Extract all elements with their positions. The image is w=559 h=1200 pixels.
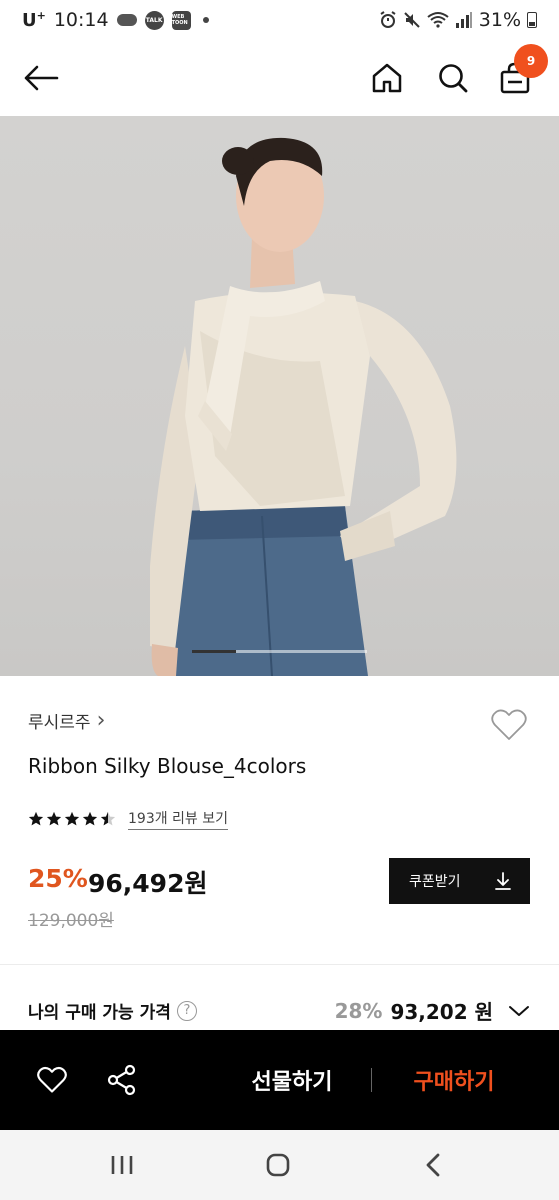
wifi-icon <box>427 12 449 28</box>
my-price-values: 28% 93,202 원 <box>335 996 531 1025</box>
carrier-label: U+ <box>22 9 46 31</box>
review-link[interactable]: 193개 리뷰 보기 <box>128 808 229 830</box>
like-button[interactable] <box>32 1062 72 1098</box>
gift-button[interactable]: 선물하기 <box>232 1060 352 1100</box>
my-discount-rate: 28% <box>334 998 383 1023</box>
star-icon <box>28 811 44 826</box>
cart-button[interactable]: 9 <box>488 40 548 116</box>
sale-price: 96,492원 <box>88 869 208 898</box>
heart-icon <box>37 1066 67 1093</box>
home-button[interactable] <box>360 40 414 116</box>
battery-percent: 31% <box>478 9 521 31</box>
rating-row: 193개 리뷰 보기 <box>28 808 229 830</box>
discount-rate: 25% <box>28 864 88 893</box>
battery-icon <box>527 12 537 28</box>
webtoon-icon: WEB TOON <box>171 10 191 30</box>
status-left: U+ 10:14 TALK WEB TOON <box>22 9 209 31</box>
section-divider <box>0 964 559 965</box>
my-price: 93,202 원 <box>390 1000 493 1024</box>
share-button[interactable] <box>102 1060 142 1100</box>
recent-apps-icon <box>111 1156 133 1174</box>
alarm-icon <box>380 11 396 28</box>
signal-icon <box>455 12 472 28</box>
bar-separator <box>371 1068 372 1092</box>
search-button[interactable] <box>426 40 480 116</box>
gallery-indicator <box>192 650 367 653</box>
product-image[interactable] <box>0 116 559 676</box>
gallery-indicator-fill <box>192 650 236 653</box>
capsule-icon <box>116 14 137 26</box>
chevron-down-icon[interactable] <box>507 1003 531 1019</box>
android-home-icon <box>266 1153 290 1177</box>
star-icon <box>64 811 80 826</box>
buy-button[interactable]: 구매하기 <box>392 1060 516 1100</box>
cart-count-badge: 9 <box>514 44 548 78</box>
download-icon <box>495 872 511 890</box>
share-icon <box>107 1064 136 1096</box>
wishlist-button[interactable] <box>488 704 530 746</box>
notification-dot-icon <box>202 17 209 23</box>
product-photo <box>150 137 457 676</box>
brand-name: 루시르주 <box>28 713 91 733</box>
my-price-row[interactable]: 나의 구매 가능 가격 ? 28% 93,202 원 <box>28 996 531 1025</box>
status-time: 10:14 <box>53 9 109 31</box>
star-icon <box>100 811 116 826</box>
search-icon <box>439 64 468 93</box>
android-home-button[interactable] <box>256 1148 300 1182</box>
top-nav: 9 <box>0 40 559 116</box>
recent-apps-button[interactable] <box>100 1148 144 1182</box>
star-icon <box>46 811 62 826</box>
home-icon <box>372 63 402 93</box>
coupon-button-label: 쿠폰받기 <box>409 874 461 890</box>
my-price-label: 나의 구매 가능 가격 <box>28 1003 171 1023</box>
star-rating <box>28 811 116 827</box>
heart-icon <box>491 709 527 740</box>
android-back-button[interactable] <box>412 1148 456 1182</box>
status-bar: U+ 10:14 TALK WEB TOON 31% <box>0 0 559 40</box>
product-name: Ribbon Silky Blouse_4colors <box>28 754 307 778</box>
chevron-right-icon: › <box>96 707 106 733</box>
status-right: 31% <box>379 9 537 31</box>
star-icon <box>82 811 98 826</box>
android-back-icon <box>426 1153 440 1177</box>
coupon-button[interactable]: 쿠폰받기 <box>389 858 530 904</box>
back-button[interactable] <box>14 40 68 116</box>
help-icon[interactable]: ? <box>176 1000 197 1021</box>
mute-icon <box>404 12 420 28</box>
brand-link[interactable]: 루시르주 › <box>28 708 105 733</box>
android-nav-bar <box>0 1130 559 1200</box>
bottom-action-bar: 선물하기 구매하기 <box>0 1030 559 1130</box>
original-price: 129,000원 <box>28 911 114 931</box>
kakaotalk-icon: TALK <box>144 10 164 30</box>
back-arrow-icon <box>24 65 59 91</box>
